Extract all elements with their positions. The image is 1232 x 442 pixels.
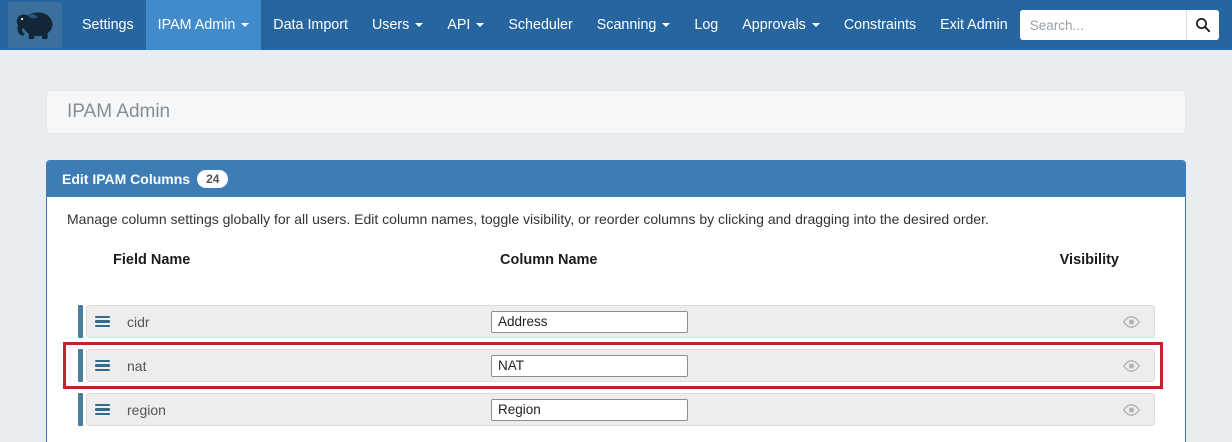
column-row-region: region (67, 393, 1165, 426)
nav-item-data-import[interactable]: Data Import (261, 0, 360, 50)
eye-icon (1123, 316, 1140, 328)
nav-menu: Settings IPAM Admin Data Import Users AP… (70, 0, 1020, 50)
header-visibility: Visibility (1060, 252, 1119, 268)
column-name-input[interactable] (491, 355, 688, 377)
nav-item-scanning[interactable]: Scanning (585, 0, 683, 50)
field-name-label: region (127, 402, 166, 418)
caret-down-icon (415, 23, 423, 27)
field-name-label: nat (127, 358, 146, 374)
nav-item-log[interactable]: Log (682, 0, 730, 50)
eye-icon (1123, 404, 1140, 416)
draggable-row[interactable]: region (86, 393, 1155, 426)
edit-columns-card: Edit IPAM Columns 24 Manage column setti… (46, 160, 1186, 442)
nav-item-users[interactable]: Users (360, 0, 435, 50)
card-body: Manage column settings globally for all … (47, 197, 1185, 442)
search-icon (1195, 17, 1211, 33)
nav-item-constraints[interactable]: Constraints (832, 0, 928, 50)
search-group (1020, 10, 1219, 40)
nav-item-ipam-admin[interactable]: IPAM Admin (146, 0, 262, 50)
nav-item-api[interactable]: API (435, 0, 496, 50)
column-row-cidr: cidr (67, 305, 1165, 338)
nav-item-approvals[interactable]: Approvals (730, 0, 832, 50)
field-name-label: cidr (127, 314, 150, 330)
visibility-toggle[interactable] (1123, 316, 1140, 328)
header-field-name: Field Name (113, 252, 190, 268)
visibility-toggle[interactable] (1123, 360, 1140, 372)
nav-item-settings[interactable]: Settings (70, 0, 146, 50)
count-badge: 24 (197, 170, 228, 188)
caret-down-icon (476, 23, 484, 27)
description-text: Manage column settings globally for all … (67, 211, 1165, 227)
column-name-input[interactable] (491, 399, 688, 421)
card-header: Edit IPAM Columns 24 (47, 161, 1185, 197)
search-button[interactable] (1186, 10, 1219, 40)
nav-item-scheduler[interactable]: Scheduler (496, 0, 584, 50)
caret-down-icon (241, 23, 249, 27)
navbar-right (1020, 0, 1232, 50)
drag-handle-icon[interactable] (95, 316, 110, 328)
page-heading-panel: IPAM Admin (46, 90, 1186, 134)
row-accent-bar (78, 349, 83, 382)
drag-handle-icon[interactable] (95, 360, 110, 372)
app-logo[interactable] (8, 2, 62, 48)
eye-icon (1123, 360, 1140, 372)
drag-handle-icon[interactable] (95, 404, 110, 416)
card-title: Edit IPAM Columns (62, 171, 190, 187)
header-column-name: Column Name (500, 252, 598, 268)
column-name-input[interactable] (491, 311, 688, 333)
caret-down-icon (662, 23, 670, 27)
caret-down-icon (812, 23, 820, 27)
page-title: IPAM Admin (67, 101, 170, 123)
main-content: IPAM Admin Edit IPAM Columns 24 Manage c… (46, 90, 1186, 442)
visibility-toggle[interactable] (1123, 404, 1140, 416)
draggable-row[interactable]: cidr (86, 305, 1155, 338)
column-headers: Field Name Column Name Visibility (67, 252, 1165, 269)
row-accent-bar (78, 393, 83, 426)
draggable-row[interactable]: nat (86, 349, 1155, 382)
column-row-nat: nat (67, 349, 1165, 382)
top-navbar: Settings IPAM Admin Data Import Users AP… (0, 0, 1232, 50)
elephant-logo (14, 7, 56, 43)
nav-item-exit-admin[interactable]: Exit Admin (928, 0, 1020, 50)
search-input[interactable] (1020, 10, 1186, 40)
row-accent-bar (78, 305, 83, 338)
